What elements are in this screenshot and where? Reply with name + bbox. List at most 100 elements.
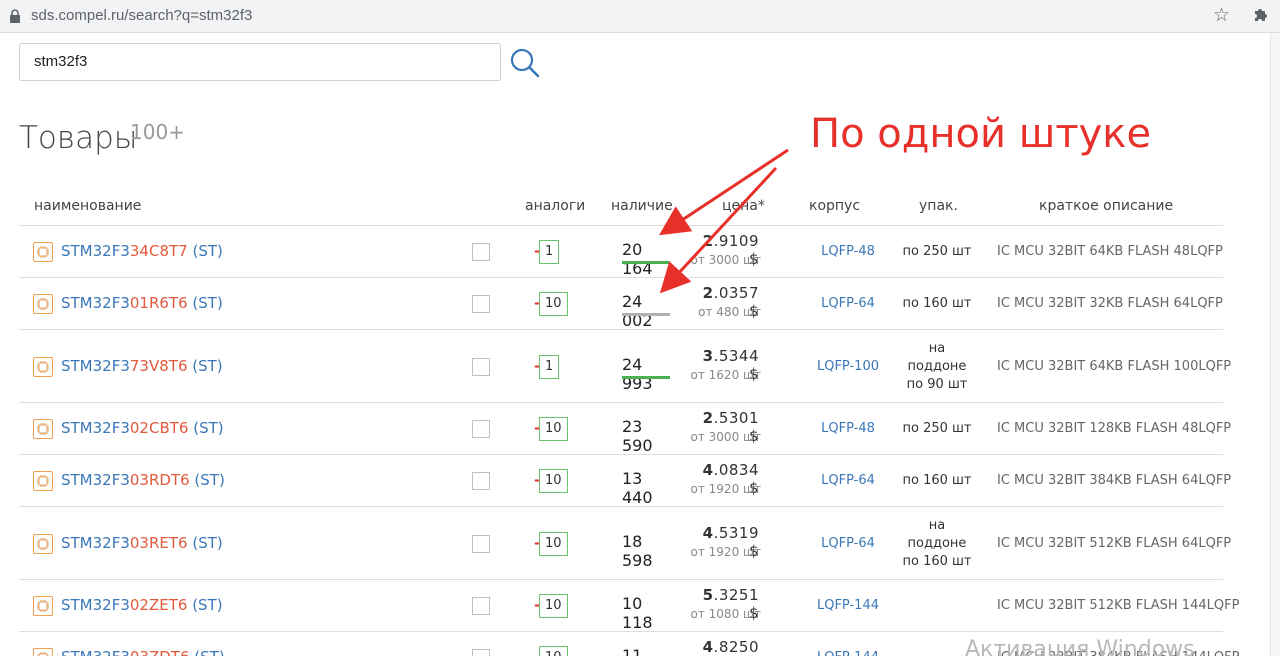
table-row[interactable]: STM32F302ZET6 (ST)+1010 1185.3251 $от 10…: [19, 580, 1239, 632]
price-min-qty: от 1620 шт: [690, 367, 761, 382]
stock-quantity[interactable]: 11 387: [622, 646, 670, 656]
stock-indicator-bar: [622, 261, 670, 264]
price-whole: 4: [702, 638, 714, 656]
stock-quantity[interactable]: 23 590: [622, 417, 670, 455]
product-name-highlight: 73V8T6: [129, 356, 188, 375]
package-link[interactable]: LQFP-64: [809, 473, 887, 488]
analogs-count[interactable]: 10: [539, 292, 568, 316]
stock-indicator-bar: [622, 313, 670, 316]
packing-line: по 160 шт: [902, 473, 972, 488]
compare-checkbox[interactable]: [472, 420, 490, 438]
package-link[interactable]: LQFP-144: [809, 598, 887, 613]
compare-checkbox[interactable]: [472, 597, 490, 615]
product-name-link[interactable]: STM32F302CBT6 (ST): [61, 419, 224, 437]
stock-indicator-bar: [622, 553, 670, 556]
lock-icon: [10, 9, 20, 23]
product-brand: (ST): [187, 294, 223, 312]
product-image-icon[interactable]: [33, 596, 53, 616]
product-brand: (ST): [187, 242, 223, 260]
package-link[interactable]: LQFP-144: [809, 650, 887, 656]
product-brand: (ST): [187, 356, 223, 375]
price-min-qty: от 1920 шт: [690, 544, 761, 559]
table-row[interactable]: STM32F303RDT6 (ST)+1013 4404.0834 $от 19…: [19, 455, 1231, 507]
page-scrollbar[interactable]: [1270, 33, 1280, 656]
product-brand: (ST): [187, 533, 223, 552]
package-link[interactable]: LQFP-48: [809, 421, 887, 436]
product-image-icon[interactable]: [33, 242, 53, 262]
product-name-link[interactable]: STM32F303ZDT6 (ST): [61, 648, 225, 656]
product-image-icon[interactable]: [33, 471, 53, 491]
col-header-packing[interactable]: упак.: [919, 198, 958, 214]
col-header-description[interactable]: краткое описание: [1039, 198, 1173, 214]
product-name-highlight: 03ZDT6: [130, 648, 190, 656]
bookmark-star-icon[interactable]: ☆: [1213, 4, 1230, 27]
package-link[interactable]: LQFP-64: [809, 536, 887, 551]
search-icon[interactable]: [509, 47, 541, 79]
price-min-qty: от 3000 шт: [690, 430, 761, 444]
col-header-analogs[interactable]: аналоги: [525, 198, 585, 214]
stock-indicator-bar: [622, 490, 670, 493]
stock-quantity[interactable]: 13 440: [622, 469, 670, 507]
product-name-prefix: STM32F3: [61, 242, 130, 260]
short-description: IC MCU 32BIT 64KB FLASH 100LQFP: [997, 358, 1232, 374]
table-row[interactable]: STM32F373V8T6 (ST)+124 9933.5344 $от 162…: [19, 330, 1231, 403]
analogs-count[interactable]: 10: [539, 646, 568, 656]
product-name-prefix: STM32F3: [61, 356, 130, 375]
browser-address-bar[interactable]: sds.compel.ru/search?q=stm32f3 ☆: [0, 0, 1280, 33]
package-link[interactable]: LQFP-64: [809, 296, 887, 311]
compare-checkbox[interactable]: [472, 534, 490, 553]
product-image-icon[interactable]: [33, 294, 53, 314]
stock-quantity[interactable]: 18 598: [622, 532, 670, 570]
price-whole: 4: [702, 523, 714, 542]
short-description: IC MCU 32BIT 512KB FLASH 64LQFP: [997, 535, 1232, 551]
packing-info: по 250 шт: [899, 243, 975, 261]
product-image-icon[interactable]: [33, 356, 53, 377]
compare-checkbox[interactable]: [472, 243, 490, 261]
product-name-prefix: STM32F3: [61, 596, 130, 614]
analogs-count[interactable]: 1: [539, 240, 560, 264]
package-link[interactable]: LQFP-100: [809, 359, 887, 374]
product-name-link[interactable]: STM32F301R6T6 (ST): [61, 294, 223, 312]
stock-quantity[interactable]: 20 164: [622, 240, 670, 278]
table-row[interactable]: STM32F334C8T7 (ST)+120 1642.9109 $от 300…: [19, 226, 1223, 278]
analogs-count[interactable]: 10: [539, 417, 568, 441]
product-name-link[interactable]: STM32F373V8T6 (ST): [61, 357, 223, 375]
search-input[interactable]: stm32f3: [19, 43, 501, 81]
stock-quantity[interactable]: 24 002: [622, 292, 670, 330]
product-image-icon[interactable]: [33, 533, 53, 554]
analogs-count[interactable]: 1: [539, 354, 560, 379]
analogs-count[interactable]: 10: [539, 594, 568, 618]
stock-quantity[interactable]: 24 993: [622, 355, 670, 393]
table-row[interactable]: STM32F302CBT6 (ST)+1023 5902.5301 $от 30…: [19, 403, 1231, 455]
chip-icon: [37, 360, 49, 373]
col-header-package[interactable]: корпус: [809, 198, 860, 214]
product-name-link[interactable]: STM32F302ZET6 (ST): [61, 596, 223, 614]
product-name-link[interactable]: STM32F303RDT6 (ST): [61, 471, 225, 489]
packing-line: на: [928, 517, 946, 533]
col-header-price[interactable]: цена*: [722, 198, 765, 214]
col-header-name[interactable]: наименование: [34, 198, 141, 214]
product-name-prefix: STM32F3: [61, 533, 130, 552]
url-text[interactable]: sds.compel.ru/search?q=stm32f3: [31, 7, 252, 24]
compare-checkbox[interactable]: [472, 357, 490, 376]
compare-checkbox[interactable]: [472, 472, 490, 490]
table-row[interactable]: STM32F303RET6 (ST)+1018 5984.5319 $от 19…: [19, 507, 1231, 580]
extensions-puzzle-icon[interactable]: [1252, 6, 1270, 24]
packing-info: на поддоне по 160 шт: [899, 517, 975, 571]
short-description: IC MCU 32BIT 512KB FLASH 144LQFP: [997, 598, 1240, 613]
col-header-stock[interactable]: наличие: [611, 198, 673, 214]
table-row[interactable]: STM32F301R6T6 (ST)+1024 0022.0357 $от 48…: [19, 278, 1223, 330]
product-name-link[interactable]: STM32F334C8T7 (ST): [61, 242, 223, 260]
product-brand: (ST): [190, 648, 224, 656]
compare-checkbox[interactable]: [472, 649, 490, 656]
product-name-link[interactable]: STM32F303RET6 (ST): [61, 534, 223, 552]
stock-quantity[interactable]: 10 118: [622, 594, 670, 632]
product-image-icon[interactable]: [33, 648, 53, 656]
packing-line: поддоне: [907, 358, 967, 374]
packing-info: по 160 шт: [899, 295, 975, 313]
compare-checkbox[interactable]: [472, 295, 490, 313]
analogs-count[interactable]: 10: [539, 531, 568, 556]
analogs-count[interactable]: 10: [539, 469, 568, 493]
package-link[interactable]: LQFP-48: [809, 244, 887, 259]
product-image-icon[interactable]: [33, 419, 53, 439]
